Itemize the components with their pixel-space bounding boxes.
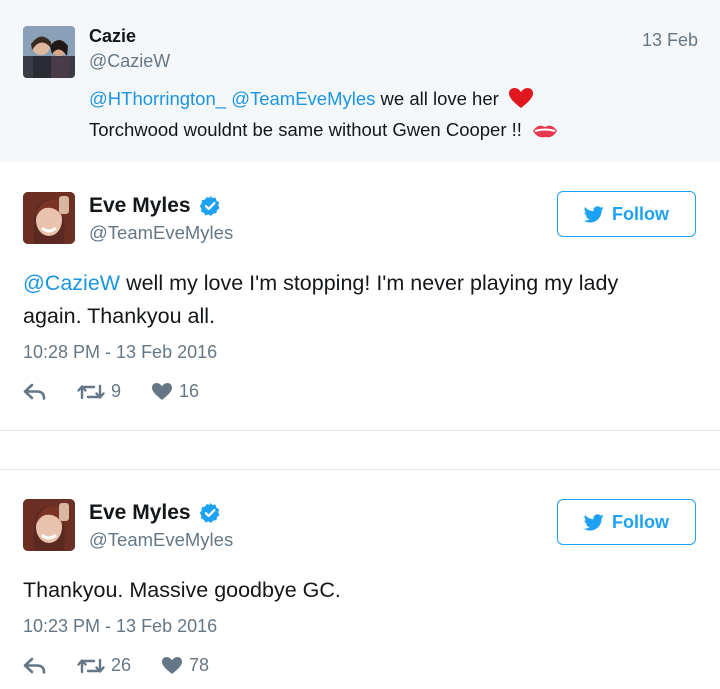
tweet-text-line-2: again. Thankyou all. xyxy=(23,304,216,328)
reply-button[interactable] xyxy=(23,383,47,401)
mention-link[interactable]: @HThorrington_ xyxy=(89,88,226,109)
like-count: 16 xyxy=(179,381,200,401)
red-heart-icon xyxy=(508,87,534,116)
retweet-icon xyxy=(77,384,105,399)
author-handle[interactable]: @TeamEveMyles xyxy=(89,529,233,551)
tweet-timestamp[interactable]: 10:28 PM - 13 Feb 2016 xyxy=(23,342,217,363)
parent-tweet-date[interactable]: 13 Feb xyxy=(642,30,698,51)
reply-icon xyxy=(23,657,46,674)
avatar[interactable] xyxy=(23,499,75,551)
retweet-button[interactable]: 26 xyxy=(77,655,131,676)
tweet-actions: 26 78 xyxy=(23,655,209,676)
twitter-bird-icon xyxy=(584,205,604,222)
retweet-count: 9 xyxy=(111,381,122,401)
parent-text-line-2: Torchwood wouldnt be same without Gwen C… xyxy=(89,119,522,140)
tweet-text-line-1: well my love I'm stopping! I'm never pla… xyxy=(120,271,619,295)
follow-button[interactable]: Follow xyxy=(557,499,696,545)
avatar[interactable] xyxy=(23,192,75,244)
tweet: Eve Myles @TeamEveMyles Follow Thankyou.… xyxy=(0,469,720,689)
retweet-icon xyxy=(77,658,105,673)
author-name[interactable]: Eve Myles xyxy=(89,501,191,525)
heart-icon xyxy=(162,657,183,674)
like-count: 78 xyxy=(189,655,210,675)
kiss-mark-icon xyxy=(531,120,559,147)
like-button[interactable]: 78 xyxy=(161,655,209,676)
tweet-timestamp[interactable]: 10:23 PM - 13 Feb 2016 xyxy=(23,616,217,637)
divider xyxy=(0,430,720,431)
retweet-count: 26 xyxy=(111,655,132,675)
tweet-text: @CazieW well my love I'm stopping! I'm n… xyxy=(23,267,693,333)
follow-button-label: Follow xyxy=(612,511,669,532)
avatar[interactable] xyxy=(23,26,75,78)
follow-button[interactable]: Follow xyxy=(557,191,696,237)
tweet-text: Thankyou. Massive goodbye GC. xyxy=(23,578,341,602)
heart-icon xyxy=(152,383,173,400)
reply-button[interactable] xyxy=(23,657,47,675)
mention-link[interactable]: @CazieW xyxy=(23,271,120,295)
parent-text-line-1: we all love her xyxy=(375,88,499,109)
reply-icon xyxy=(23,383,46,400)
author-name[interactable]: Eve Myles xyxy=(89,194,191,218)
verified-badge-icon xyxy=(199,502,220,523)
retweet-button[interactable]: 9 xyxy=(77,381,121,402)
twitter-bird-icon xyxy=(584,513,604,530)
author-handle[interactable]: @TeamEveMyles xyxy=(89,222,233,244)
parent-tweet-text: @HThorrington_ @TeamEveMyles we all love… xyxy=(89,85,559,147)
parent-author-handle[interactable]: @CazieW xyxy=(89,51,170,72)
parent-tweet: Cazie @CazieW 13 Feb @HThorrington_ @Tea… xyxy=(0,0,720,162)
tweet: Eve Myles @TeamEveMyles Follow @CazieW w… xyxy=(0,162,720,430)
follow-button-label: Follow xyxy=(612,203,669,224)
tweet-actions: 9 16 xyxy=(23,381,199,402)
mention-link[interactable]: @TeamEveMyles xyxy=(231,88,375,109)
like-button[interactable]: 16 xyxy=(151,381,199,402)
verified-badge-icon xyxy=(199,195,220,216)
parent-author-name[interactable]: Cazie xyxy=(89,26,136,47)
